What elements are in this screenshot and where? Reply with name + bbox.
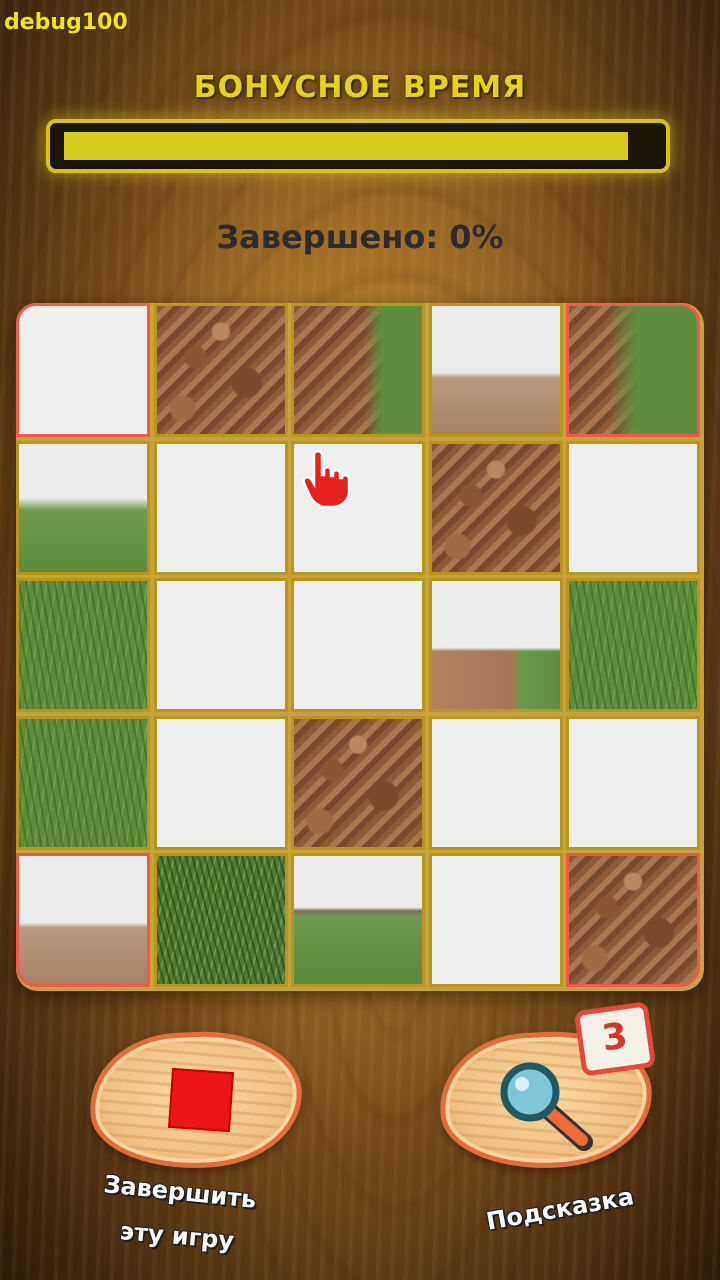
puzzle-tile-r4c1[interactable] — [16, 716, 150, 850]
puzzle-tile-r3c3[interactable] — [291, 578, 425, 712]
puzzle-tile-r5c5[interactable] — [566, 853, 700, 987]
puzzle-tile-r3c2[interactable] — [154, 578, 288, 712]
puzzle-tile-r5c3[interactable] — [291, 853, 425, 987]
bonus-time-bar — [46, 119, 670, 173]
puzzle-tile-r1c2[interactable] — [154, 303, 288, 437]
bonus-time-bar-fill — [64, 132, 628, 160]
puzzle-tile-r4c4[interactable] — [429, 716, 563, 850]
puzzle-tile-r3c5[interactable] — [566, 578, 700, 712]
magnifier-icon — [500, 1062, 593, 1151]
puzzle-tile-r4c2[interactable] — [154, 716, 288, 850]
puzzle-tile-r1c3[interactable] — [291, 303, 425, 437]
puzzle-tile-r5c1[interactable] — [16, 853, 150, 987]
hint-count: 3 — [599, 1015, 631, 1060]
puzzle-tile-r3c1[interactable] — [16, 578, 150, 712]
hint-count-badge: 3 — [573, 1001, 657, 1077]
puzzle-tile-r2c1[interactable] — [16, 441, 150, 575]
puzzle-tile-r2c4[interactable] — [429, 441, 563, 575]
puzzle-tile-r1c4[interactable] — [429, 303, 563, 437]
puzzle-tile-r2c5[interactable] — [566, 441, 700, 575]
hint-label: Подсказка — [484, 1182, 636, 1236]
puzzle-tile-r1c1[interactable] — [16, 303, 150, 437]
puzzle-tile-r2c2[interactable] — [154, 441, 288, 575]
tap-hand-icon — [302, 450, 351, 509]
debug-label: debug100 — [4, 10, 128, 35]
puzzle-tile-r3c4[interactable] — [429, 578, 563, 712]
end-game-label-line1: Завершить — [102, 1170, 258, 1214]
end-game-label-line2: эту игру — [118, 1217, 236, 1255]
bonus-time-title: БОНУСНОЕ ВРЕМЯ — [193, 70, 527, 105]
puzzle-tile-r1c5[interactable] — [566, 303, 700, 437]
end-game-button[interactable] — [86, 1026, 306, 1174]
puzzle-tile-r4c3[interactable] — [291, 716, 425, 850]
completion-progress: Завершено: 0% — [216, 218, 504, 256]
stop-square-icon — [167, 1067, 235, 1133]
puzzle-board — [16, 303, 704, 991]
puzzle-tile-r4c5[interactable] — [566, 716, 700, 850]
puzzle-tile-r5c2[interactable] — [154, 853, 288, 987]
puzzle-tile-r5c4[interactable] — [429, 853, 563, 987]
